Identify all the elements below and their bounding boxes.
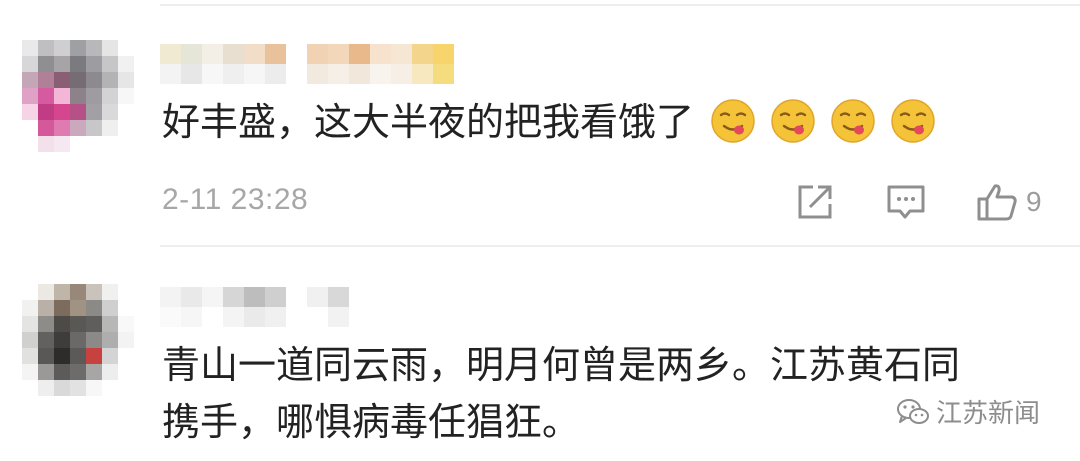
top-divider bbox=[160, 4, 1080, 6]
share-button[interactable] bbox=[796, 182, 834, 222]
emoji-group bbox=[710, 98, 936, 144]
wechat-icon bbox=[896, 398, 929, 424]
yum-face-icon bbox=[891, 98, 935, 143]
comment-divider bbox=[160, 245, 1080, 247]
comment-timestamp: 2-11 23:28 bbox=[162, 183, 309, 216]
thumbs-up-icon bbox=[977, 184, 1017, 221]
comment-icon bbox=[887, 185, 925, 219]
comment-text: 好丰盛，这大半夜的把我看饿了 bbox=[162, 94, 936, 150]
watermark-text: 江苏新闻 bbox=[935, 399, 1040, 429]
username-row2 bbox=[160, 64, 454, 84]
watermark: 江苏新闻 bbox=[896, 393, 1040, 430]
yum-face-icon bbox=[711, 98, 755, 143]
share-icon bbox=[798, 185, 832, 219]
like-button[interactable]: 9 bbox=[976, 182, 1042, 222]
comment-text-body: 好丰盛，这大半夜的把我看饿了 bbox=[162, 100, 695, 144]
yum-face-icon bbox=[771, 98, 815, 143]
username-row2 bbox=[160, 307, 349, 327]
reply-button[interactable] bbox=[886, 182, 926, 222]
avatar[interactable] bbox=[22, 40, 134, 152]
like-count: 9 bbox=[1026, 186, 1042, 217]
yum-face-icon bbox=[831, 98, 875, 143]
comment-text-line: 携手，哪惧病毒任猖狂。 bbox=[162, 400, 581, 444]
avatar[interactable] bbox=[22, 284, 134, 396]
comment-text-line: 青山一道同云雨，明月何曾是两乡。江苏黄石同 bbox=[162, 343, 961, 387]
